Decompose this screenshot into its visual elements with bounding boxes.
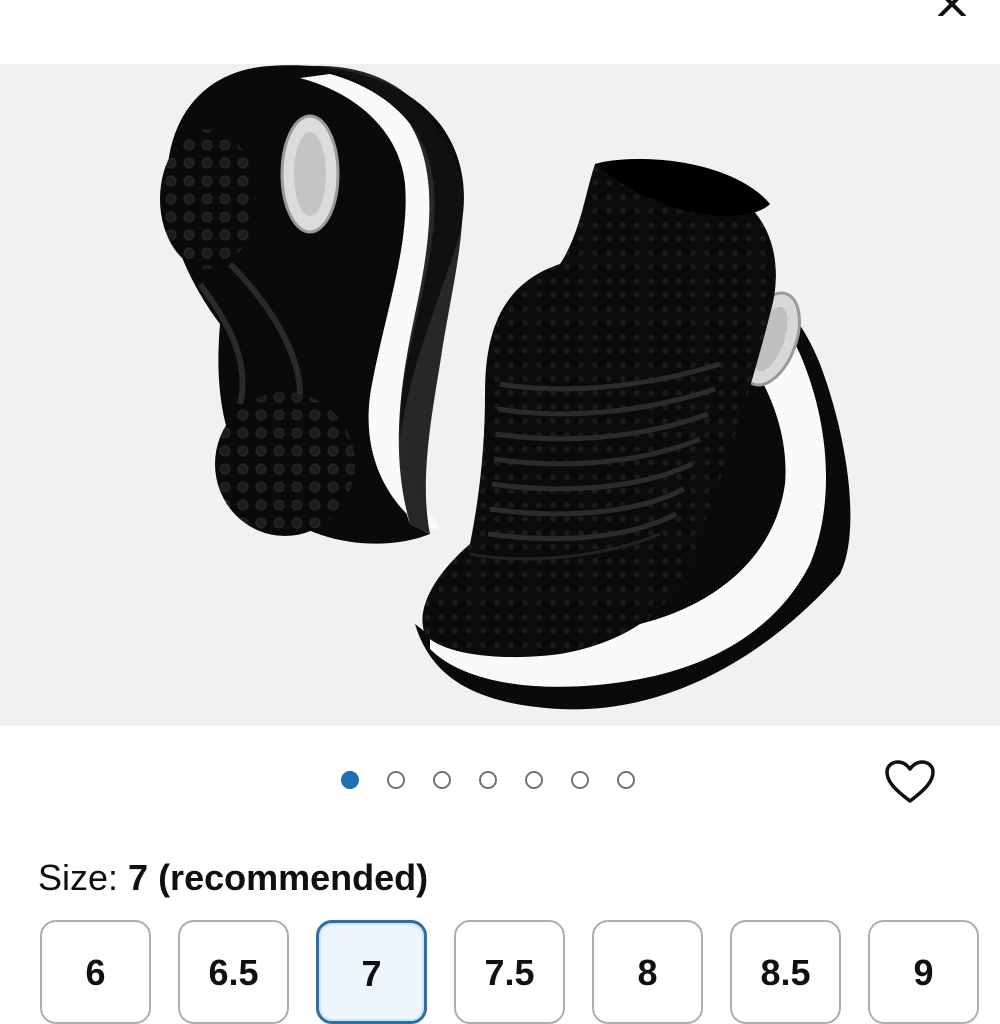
carousel-dot-2[interactable] [387,771,405,789]
size-option-9[interactable]: 9 [868,920,979,1024]
size-option-8[interactable]: 8 [592,920,703,1024]
carousel-dot-6[interactable] [571,771,589,789]
size-selected-value: 7 (recommended) [128,857,429,898]
sneaker-illustration [160,65,851,710]
size-label: Size: [38,857,129,898]
heart-icon [885,760,935,803]
carousel-dot-7[interactable] [617,771,635,789]
size-heading: Size: 7 (recommended) [38,856,428,900]
size-options: 6 6.5 7 7.5 8 8.5 9 [40,920,979,1024]
size-option-6[interactable]: 6 [40,920,151,1024]
image-carousel-indicators [341,768,635,792]
close-button[interactable] [932,0,972,18]
carousel-dot-5[interactable] [525,771,543,789]
carousel-dot-1[interactable] [341,771,359,789]
carousel-dot-4[interactable] [479,771,497,789]
product-image[interactable] [0,64,1000,726]
size-option-7[interactable]: 7 [316,920,427,1024]
size-option-8-5[interactable]: 8.5 [730,920,841,1024]
close-icon [938,0,966,16]
wishlist-button[interactable] [880,754,940,810]
size-option-6-5[interactable]: 6.5 [178,920,289,1024]
front-shoe [415,159,851,710]
carousel-dot-3[interactable] [433,771,451,789]
size-option-7-5[interactable]: 7.5 [454,920,565,1024]
back-shoe [160,65,464,544]
